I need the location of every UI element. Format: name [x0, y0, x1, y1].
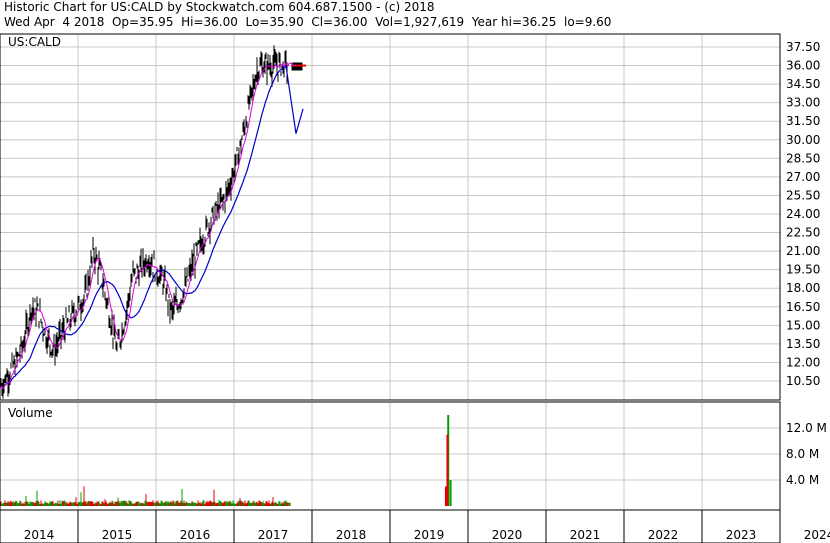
price-tick-label: 15.00: [786, 318, 820, 332]
year-tick-label: 2022: [648, 528, 679, 542]
price-tick-label: 31.50: [786, 114, 820, 128]
price-tick-label: 25.50: [786, 188, 820, 202]
price-tick-label: 21.00: [786, 244, 820, 258]
year-tick-label: 2015: [102, 528, 133, 542]
year-tick-label: 2021: [570, 528, 601, 542]
year-tick-label: 2024: [804, 528, 830, 542]
price-tick-label: 18.00: [786, 281, 820, 295]
price-tick-label: 16.50: [786, 300, 820, 314]
price-tick-label: 34.50: [786, 77, 820, 91]
price-tick-label: 22.50: [786, 226, 820, 240]
year-tick-label: 2017: [258, 528, 289, 542]
volume-spike: [449, 480, 452, 506]
year-tick-label: 2016: [180, 528, 211, 542]
year-tick-label: 2023: [726, 528, 757, 542]
price-tick-label: 30.00: [786, 133, 820, 147]
price-tick-label: 27.00: [786, 170, 820, 184]
year-tick-label: 2018: [336, 528, 367, 542]
volume-bars: [0, 415, 452, 506]
volume-axis: 12.0 M 8.0 M 4.0 M: [786, 421, 827, 487]
symbol-label: US:CALD: [8, 35, 61, 49]
volume-tick-label: 8.0 M: [786, 447, 819, 461]
volume-tick-label: 4.0 M: [786, 473, 819, 487]
volume-grid: [0, 402, 781, 510]
price-tick-label: 36.00: [786, 59, 820, 73]
price-tick-label: 13.50: [786, 337, 820, 351]
year-tick-label: 2020: [492, 528, 523, 542]
price-tick-label: 37.50: [786, 40, 820, 54]
price-tick-label: 24.00: [786, 207, 820, 221]
short-moving-average: [0, 62, 297, 390]
price-tick-label: 19.50: [786, 263, 820, 277]
volume-label: Volume: [8, 406, 53, 420]
price-bars: [0, 45, 306, 399]
price-tick-label: 12.00: [786, 355, 820, 369]
time-axis: 2014 2015 2016 2017 2018 2019 2020 2021 2022 2023…: [24, 510, 830, 543]
year-tick-label: 2014: [24, 528, 55, 542]
price-tick-label: 10.50: [786, 374, 820, 388]
volume-tick-label: 12.0 M: [786, 421, 827, 435]
price-tick-label: 28.50: [786, 151, 820, 165]
price-axis: 37.50 36.00 34.50 33.00 31.50 30.00 28.50 27.00…: [786, 40, 820, 388]
volume-spike: [444, 486, 447, 506]
price-tick-label: 33.00: [786, 96, 820, 110]
year-tick-label: 2019: [414, 528, 445, 542]
stock-chart: 37.50 36.00 34.50 33.00 31.50 30.00 28.50 27.00…: [0, 33, 830, 543]
